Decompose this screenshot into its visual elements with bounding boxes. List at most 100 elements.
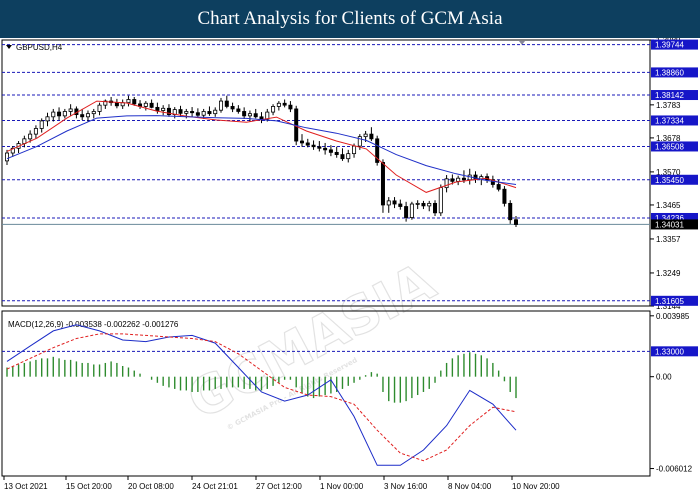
candle-body xyxy=(305,142,310,146)
candle-body xyxy=(427,202,432,207)
candle-body xyxy=(340,154,345,160)
candle-body xyxy=(311,144,316,148)
x-tick-label: 1 Nov 00:00 xyxy=(320,482,364,491)
candle-body xyxy=(271,106,276,113)
candle-body xyxy=(190,111,195,114)
candle-body xyxy=(299,140,304,144)
candle-body xyxy=(450,178,455,182)
candle-body xyxy=(409,203,414,218)
level-label-text: 1.35450 xyxy=(655,176,684,185)
x-tick-label: 24 Oct 21:01 xyxy=(192,482,238,491)
x-tick-label: 10 Nov 20:00 xyxy=(512,482,560,491)
candle-body xyxy=(421,202,426,207)
candle-body xyxy=(230,106,235,110)
candle-body xyxy=(62,111,67,117)
candle-body xyxy=(363,133,368,138)
candle-body xyxy=(126,99,131,104)
candle-body xyxy=(508,202,513,221)
level-label-text: 1.39744 xyxy=(655,41,684,50)
macd-tick-label: 0.00 xyxy=(656,373,672,382)
price-panel-frame xyxy=(1,39,651,307)
candle-body xyxy=(155,106,160,111)
candle-body xyxy=(276,102,281,107)
candle-body xyxy=(201,111,206,116)
x-tick-label: 13 Oct 2021 xyxy=(4,482,48,491)
candle-body xyxy=(415,202,420,205)
candle-body xyxy=(28,133,33,140)
candle-body xyxy=(369,133,374,140)
price-axis: 1.39891.37831.36781.35701.34651.33571.32… xyxy=(650,38,681,311)
candle-body xyxy=(398,203,403,207)
candle-body xyxy=(161,107,166,111)
candle-body xyxy=(219,100,224,111)
candle-body xyxy=(461,177,466,181)
watermark-text: GCMASIA xyxy=(178,252,444,432)
candle-body xyxy=(323,147,328,151)
dropdown-icon[interactable] xyxy=(6,45,12,49)
y-tick-label: 1.3783 xyxy=(656,101,681,110)
level-label-text: 1.31605 xyxy=(655,297,684,306)
x-tick-label: 20 Oct 08:00 xyxy=(128,482,174,491)
candle-body xyxy=(143,102,148,107)
candle-body xyxy=(380,162,385,206)
candle-body xyxy=(213,109,218,115)
candle-body xyxy=(57,111,62,117)
candle-body xyxy=(184,111,189,114)
current-price-text: 1.34031 xyxy=(655,220,684,229)
candle-body xyxy=(114,102,119,107)
x-tick-label: 27 Oct 12:00 xyxy=(256,482,302,491)
macd-label: MACD(12,26,9) -0.003538 -0.002262 -0.001… xyxy=(8,320,179,329)
y-tick-label: 1.3357 xyxy=(656,235,681,244)
candle-body xyxy=(224,100,229,107)
candle-body xyxy=(392,200,397,205)
candle-body xyxy=(288,104,293,110)
candle-body xyxy=(456,177,461,182)
level-label-text: 1.33000 xyxy=(655,347,684,356)
x-tick-label: 15 Oct 20:00 xyxy=(66,482,112,491)
candle-body xyxy=(195,112,200,116)
candle-body xyxy=(334,151,339,155)
candle-body xyxy=(346,153,351,160)
time-axis: 13 Oct 2021 15 Oct 20:00 20 Oct 08:00 24 Oc… xyxy=(3,476,560,491)
candle-body xyxy=(91,111,96,115)
candle-body xyxy=(207,111,212,115)
candle-body xyxy=(80,114,85,118)
banner-title: Chart Analysis for Clients of GCM Asia xyxy=(0,0,700,38)
candle-body xyxy=(132,99,137,105)
candle-body xyxy=(514,219,519,225)
candle-body xyxy=(97,104,102,112)
candle-body xyxy=(317,146,322,149)
y-tick-label: 1.3465 xyxy=(656,201,681,210)
candle-body xyxy=(282,102,287,106)
x-tick-label: 3 Nov 16:00 xyxy=(384,482,428,491)
level-label-text: 1.38142 xyxy=(655,91,684,100)
macd-tick-label: -0.006012 xyxy=(656,465,693,474)
candle-body xyxy=(39,120,44,129)
candle-body xyxy=(242,111,247,117)
level-label-text: 1.38860 xyxy=(655,68,684,77)
moving-average-line xyxy=(6,115,517,185)
candle-body xyxy=(352,145,357,155)
candle-body xyxy=(51,111,56,118)
watermark: GCMASIA © GCMASIA Pro - All Rights Reser… xyxy=(178,251,446,432)
candle-body xyxy=(247,113,252,117)
candle-body xyxy=(502,188,507,204)
candle-body xyxy=(328,149,333,153)
candle-body xyxy=(85,113,90,118)
candle-body xyxy=(259,116,264,120)
candle-body xyxy=(438,187,443,214)
candle-body xyxy=(33,128,38,135)
chart-area: GCMASIA © GCMASIA Pro - All Rights Reser… xyxy=(1,38,698,491)
candle-body xyxy=(253,113,258,118)
candle-body xyxy=(496,184,501,190)
candlestick-series xyxy=(5,95,519,227)
candle-body xyxy=(433,202,438,214)
candle-body xyxy=(444,178,449,189)
candle-body xyxy=(236,108,241,112)
level-label-text: 1.36508 xyxy=(655,142,684,151)
candle-body xyxy=(178,109,183,114)
candle-body xyxy=(68,108,73,112)
candle-body xyxy=(404,206,409,218)
level-label-text: 1.37334 xyxy=(655,116,684,125)
y-tick-label: 1.3249 xyxy=(656,269,681,278)
